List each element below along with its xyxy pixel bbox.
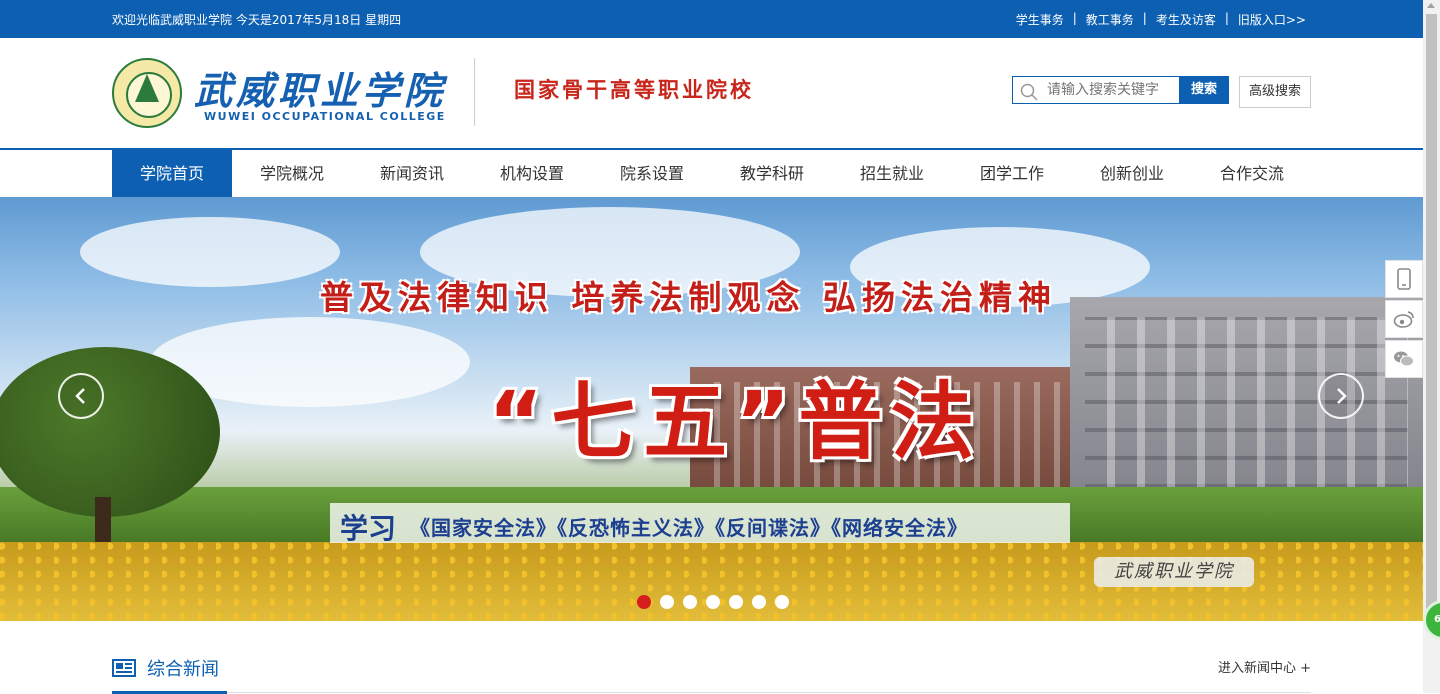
separator: | <box>1072 11 1077 25</box>
nav-cooperation[interactable]: 合作交流 <box>1192 150 1312 197</box>
separator: | <box>1224 11 1229 25</box>
side-float-bar <box>1385 260 1423 380</box>
weibo-button[interactable] <box>1385 300 1423 338</box>
advanced-search-button[interactable]: 高级搜索 <box>1239 76 1311 108</box>
nav-about[interactable]: 学院概况 <box>232 150 352 197</box>
nav-admissions[interactable]: 招生就业 <box>832 150 952 197</box>
search-icon <box>1020 83 1038 105</box>
news-section-header: 综合新闻 进入新闻中心 + <box>112 645 1311 694</box>
nav-innovation[interactable]: 创新创业 <box>1072 150 1192 197</box>
hero-banner[interactable]: 普及法律知识 培养法制观念 弘扬法治精神 “七五”普法 学习 《国家安全法》《反… <box>0 197 1423 621</box>
school-name-en: WUWEI OCCUPATIONAL COLLEGE <box>204 110 446 123</box>
banner-title: “七五”普法 <box>488 373 983 471</box>
news-center-link[interactable]: 进入新闻中心 + <box>1218 657 1311 676</box>
chevron-left-icon <box>75 388 85 404</box>
slide-dot[interactable] <box>706 595 720 609</box>
slide-dot[interactable] <box>775 595 789 609</box>
prev-slide-button[interactable] <box>58 373 104 419</box>
vertical-scrollbar[interactable] <box>1423 0 1440 693</box>
slide-dot[interactable] <box>660 595 674 609</box>
nav-organization[interactable]: 机构设置 <box>472 150 592 197</box>
link-visitors[interactable]: 考生及访客 <box>1156 11 1216 28</box>
nav-news[interactable]: 新闻资讯 <box>352 150 472 197</box>
search-input[interactable] <box>1047 80 1175 100</box>
search-box <box>1012 76 1180 104</box>
banner-study-strip: 学习 《国家安全法》《反恐怖主义法》《反间谍法》《网络安全法》 <box>330 503 1070 545</box>
nav-departments[interactable]: 院系设置 <box>592 150 712 197</box>
welcome-text: 欢迎光临武威职业学院 今天是2017年5月18日 星期四 <box>112 13 402 27</box>
cloud <box>80 217 340 287</box>
law-list: 《国家安全法》《反恐怖主义法》《反间谍法》《网络安全法》 <box>410 516 968 540</box>
scrollbar-thumb[interactable] <box>1426 14 1437 614</box>
slogan: 国家骨干高等职业院校 <box>514 77 754 102</box>
nav-home[interactable]: 学院首页 <box>112 150 232 197</box>
slide-dot[interactable] <box>729 595 743 609</box>
top-bar: 欢迎光临武威职业学院 今天是2017年5月18日 星期四 学生事务 | 教工事务… <box>0 0 1423 38</box>
slide-dot[interactable] <box>752 595 766 609</box>
link-staff-affairs[interactable]: 教工事务 <box>1086 11 1134 28</box>
top-links: 学生事务 | 教工事务 | 考生及访客 | 旧版入口>> <box>1016 11 1306 28</box>
study-label: 学习 <box>340 512 397 545</box>
nav-teaching-research[interactable]: 教学科研 <box>712 150 832 197</box>
separator: | <box>1142 11 1147 25</box>
tree-image <box>0 347 220 517</box>
slide-dot[interactable] <box>683 595 697 609</box>
header: 武威职业学院 WUWEI OCCUPATIONAL COLLEGE 国家骨干高等… <box>0 38 1423 148</box>
slide-dots <box>637 595 789 609</box>
scroll-up-icon[interactable] <box>1427 3 1435 8</box>
link-student-affairs[interactable]: 学生事务 <box>1016 11 1064 28</box>
weibo-icon <box>1393 311 1414 328</box>
tree-icon <box>135 74 159 102</box>
mobile-icon <box>1397 268 1411 290</box>
banner-signature: 武威职业学院 <box>1094 557 1254 587</box>
wechat-icon <box>1394 351 1414 367</box>
link-old-version[interactable]: 旧版入口>> <box>1238 11 1306 28</box>
search-button[interactable]: 搜索 <box>1179 76 1229 104</box>
school-name-logo[interactable]: 武威职业学院 <box>194 60 446 115</box>
slide-dot[interactable] <box>637 595 651 609</box>
banner-slogan: 普及法律知识 培养法制观念 弘扬法治精神 <box>320 278 1057 317</box>
school-seal-logo[interactable] <box>112 58 182 128</box>
next-slide-button[interactable] <box>1318 373 1364 419</box>
newspaper-icon <box>112 658 136 682</box>
mobile-button[interactable] <box>1385 260 1423 298</box>
nav-youth-league[interactable]: 团学工作 <box>952 150 1072 197</box>
chevron-right-icon <box>1337 388 1347 404</box>
wechat-button[interactable] <box>1385 340 1423 378</box>
news-section-title: 综合新闻 <box>147 659 219 680</box>
main-nav: 学院首页 学院概况 新闻资讯 机构设置 院系设置 教学科研 招生就业 团学工作 … <box>0 148 1423 197</box>
logo-divider <box>474 58 475 126</box>
